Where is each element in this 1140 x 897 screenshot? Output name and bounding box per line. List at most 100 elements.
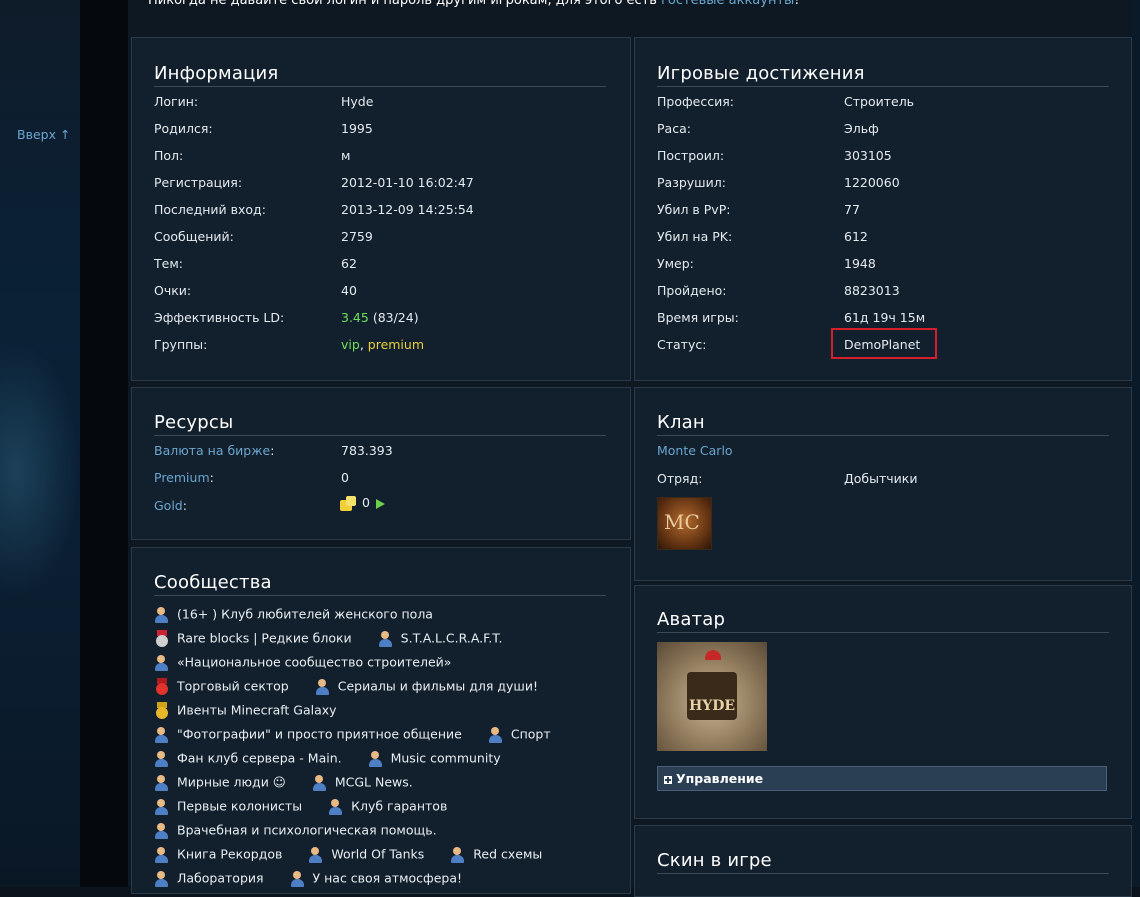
community-row: Первые колонисты Клуб гарантов <box>154 798 447 816</box>
resources-row-currency: Валюта на бирже: 783.393 <box>154 443 393 458</box>
community-link[interactable]: Книга Рекордов <box>177 847 282 862</box>
user-group-icon <box>154 750 172 768</box>
community-link[interactable]: Мирные люди ☺ <box>177 775 286 790</box>
silver-medal-icon <box>154 630 172 648</box>
info-row-points: Очки: 40 <box>154 283 357 298</box>
red-medal-icon <box>154 678 172 696</box>
user-group-icon <box>308 846 326 864</box>
community-row: (16+ ) Клуб любителей женского пола <box>154 606 433 624</box>
user-group-icon <box>315 678 333 696</box>
community-link[interactable]: У нас своя атмосфера! <box>313 871 463 886</box>
community-row: Книга Рекордов World Of Tanks Red схемы <box>154 846 542 864</box>
info-row-messages: Сообщений: 2759 <box>154 229 373 244</box>
ach-row-destroyed: Разрушил: 1220060 <box>657 175 900 190</box>
community-row: Лаборатория У нас своя атмосфера! <box>154 870 462 888</box>
avatar-image[interactable]: HYDE <box>657 642 767 751</box>
user-group-icon <box>154 606 172 624</box>
user-group-icon <box>450 846 468 864</box>
user-group-icon <box>368 750 386 768</box>
avatar-title: Аватар <box>657 609 1109 633</box>
community-row: Мирные люди ☺ MCGL News. <box>154 774 413 792</box>
user-group-icon <box>154 798 172 816</box>
info-row-topics: Тем: 62 <box>154 256 357 271</box>
clan-name-link[interactable]: Monte Carlo <box>657 443 1117 461</box>
gold-medal-icon <box>154 702 172 720</box>
ach-row-race: Раса: Эльф <box>657 121 879 136</box>
ach-row-built: Построил: 303105 <box>657 148 892 163</box>
clan-title: Клан <box>657 412 1109 436</box>
clan-panel: Клан Monte Carlo Отряд: Добытчики MC <box>634 387 1132 581</box>
community-link[interactable]: (16+ ) Клуб любителей женского пола <box>177 607 433 622</box>
guest-accounts-link[interactable]: гостевые аккаунты <box>661 0 794 8</box>
community-link[interactable]: Лаборатория <box>177 871 264 886</box>
community-link[interactable]: World Of Tanks <box>331 847 424 862</box>
ach-row-distance: Пройдено: 8823013 <box>657 283 900 298</box>
scroll-to-top-link[interactable]: Вверх ↑ <box>17 127 70 142</box>
info-row-groups: Группы: vip, premium <box>154 337 425 352</box>
community-row: Ивенты Minecraft Galaxy <box>154 702 337 720</box>
community-link[interactable]: Music community <box>391 751 501 766</box>
clan-logo[interactable]: MC <box>657 497 712 550</box>
user-group-icon <box>154 726 172 744</box>
ach-row-profession: Профессия: Строитель <box>657 94 915 109</box>
community-row: "Фотографии" и просто приятное общение С… <box>154 726 551 744</box>
gold-link[interactable]: Gold <box>154 498 183 513</box>
resources-row-gold: Gold: 0 <box>154 495 614 516</box>
info-panel: Информация Логин: Hyde Родился: 1995 Пол: м… <box>131 37 631 381</box>
community-row: «Национальное сообщество строителей» <box>154 654 451 672</box>
user-group-icon <box>488 726 506 744</box>
info-row-registered: Регистрация: 2012-01-10 16:02:47 <box>154 175 474 190</box>
premium-link[interactable]: Premium <box>154 470 210 485</box>
community-row: Rare blocks | Редкие блоки S.T.A.L.C.R.A… <box>154 630 502 648</box>
user-group-icon <box>154 846 172 864</box>
arrow-right-icon[interactable] <box>375 498 385 509</box>
user-group-icon <box>154 822 172 840</box>
communities-panel: Сообщества (16+ ) Клуб любителей женског… <box>131 547 631 894</box>
community-link[interactable]: Первые колонисты <box>177 799 302 814</box>
community-row: Фан клуб сервера - Main. Music community <box>154 750 501 768</box>
topics-link[interactable]: 62 <box>341 256 357 271</box>
currency-link[interactable]: Валюта на бирже <box>154 443 270 458</box>
community-link[interactable]: Клуб гарантов <box>351 799 447 814</box>
community-link[interactable]: Rare blocks | Редкие блоки <box>177 631 352 646</box>
info-row-login: Логин: Hyde <box>154 94 374 109</box>
info-row-gender: Пол: м <box>154 148 351 163</box>
background-right <box>1132 0 1140 887</box>
community-link[interactable]: Red схемы <box>473 847 542 862</box>
user-group-icon <box>290 870 308 888</box>
community-link[interactable]: Торговый сектор <box>177 679 289 694</box>
resources-panel: Ресурсы Валюта на бирже: 783.393 Premium… <box>131 387 631 540</box>
user-group-icon <box>154 870 172 888</box>
community-row: Врачебная и психологическая помощь. <box>154 822 437 840</box>
community-link[interactable]: «Национальное сообщество строителей» <box>177 655 451 670</box>
community-link[interactable]: Сериалы и фильмы для души! <box>338 679 538 694</box>
community-link[interactable]: Фан клуб сервера - Main. <box>177 751 342 766</box>
gold-coins-icon <box>340 496 357 511</box>
ach-row-pvp: Убил в PvP: 77 <box>657 202 860 217</box>
community-link[interactable]: Спорт <box>511 727 551 742</box>
manage-button[interactable]: Управление <box>657 766 1107 791</box>
security-notice: Никогда не давайте свой логин и пароль д… <box>148 0 800 8</box>
background-strip <box>80 0 128 887</box>
community-link[interactable]: Ивенты Minecraft Galaxy <box>177 703 337 718</box>
community-link[interactable]: S.T.A.L.C.R.A.F.T. <box>401 631 503 646</box>
race-link[interactable]: Эльф <box>844 121 879 136</box>
status-highlight-box <box>831 328 937 359</box>
achievements-title: Игровые достижения <box>657 63 1109 87</box>
ach-row-died: Умер: 1948 <box>657 256 876 271</box>
plus-icon <box>664 775 672 784</box>
achievements-panel: Игровые достижения Профессия: Строитель Р… <box>634 37 1132 381</box>
user-group-icon <box>328 798 346 816</box>
info-row-born: Родился: 1995 <box>154 121 373 136</box>
communities-title: Сообщества <box>154 572 606 596</box>
skin-panel: Скин в игре <box>634 825 1132 897</box>
user-group-icon <box>378 630 396 648</box>
resources-title: Ресурсы <box>154 412 606 436</box>
profession-link[interactable]: Строитель <box>844 94 914 109</box>
community-link[interactable]: Врачебная и психологическая помощь. <box>177 823 437 838</box>
community-link[interactable]: "Фотографии" и просто приятное общение <box>177 727 462 742</box>
community-row: Торговый сектор Сериалы и фильмы для душ… <box>154 678 538 696</box>
community-link[interactable]: MCGL News. <box>335 775 413 790</box>
avatar-panel: Аватар HYDE Управление <box>634 585 1132 819</box>
user-group-icon <box>312 774 330 792</box>
